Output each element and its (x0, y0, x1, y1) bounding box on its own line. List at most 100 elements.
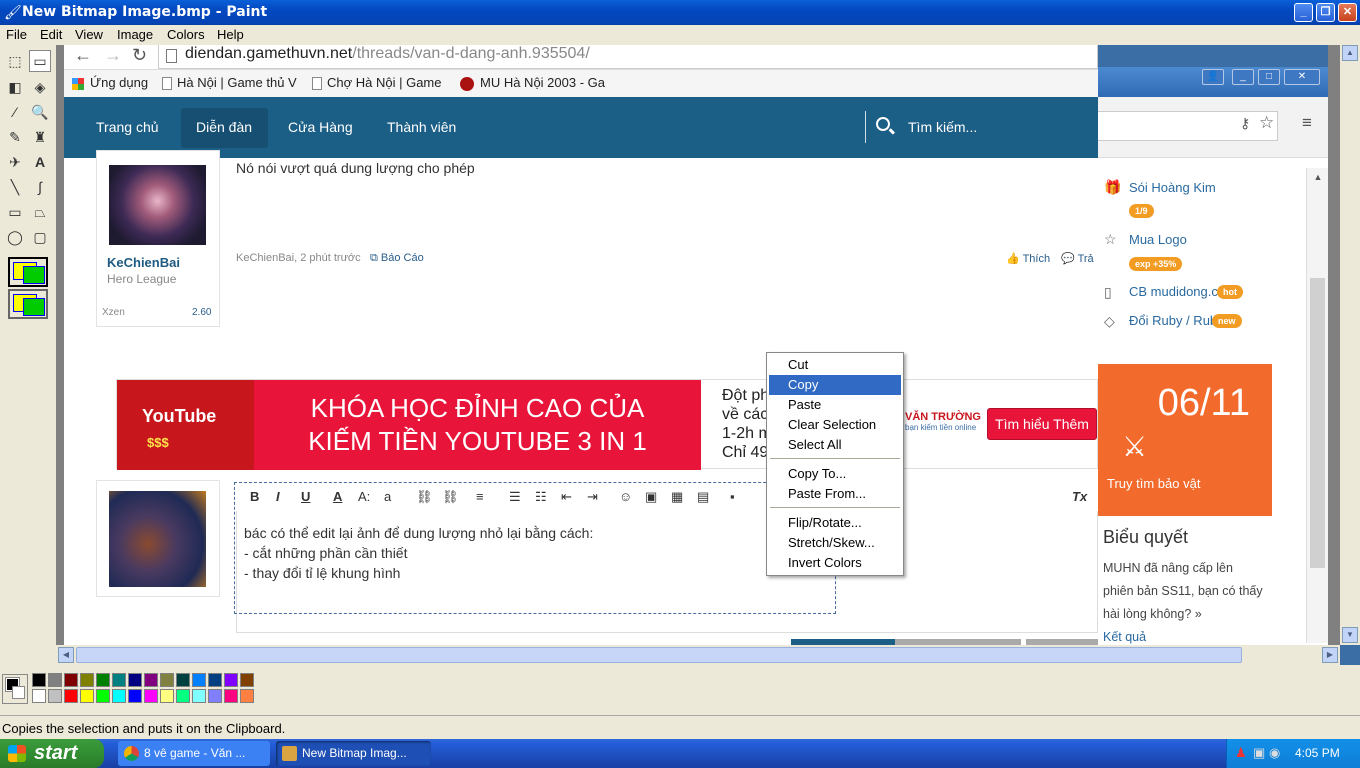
report-link[interactable]: ⧉ Báo Cáo (370, 252, 424, 265)
sidebar-item-cb-mudidong[interactable]: CB mudidong.c (1129, 284, 1218, 299)
scroll-thumb[interactable] (76, 647, 1242, 663)
color-swatch[interactable] (112, 673, 126, 687)
sidebar-item-doi-ruby[interactable]: Đổi Ruby / Rub (1129, 313, 1217, 328)
paint-vertical-scrollbar[interactable]: ▲ ▼ (1340, 45, 1360, 645)
network-icon[interactable]: ▣ (1253, 745, 1265, 761)
scroll-up-icon[interactable]: ▲ (1307, 172, 1329, 182)
menu-item-clear-selection[interactable]: Clear Selection (769, 415, 901, 435)
nav-shop[interactable]: Cửa Hàng (288, 119, 353, 135)
transparent-option[interactable] (8, 289, 48, 319)
scroll-thumb[interactable] (1310, 278, 1325, 568)
back-icon[interactable]: ← (74, 45, 92, 66)
avatar[interactable] (109, 165, 206, 245)
like-link[interactable]: 👍 Thích (1006, 252, 1050, 265)
magnifier-icon[interactable]: 🔍 (29, 101, 51, 123)
minimize-button[interactable]: _ (1294, 3, 1313, 22)
nav-members[interactable]: Thành viên (387, 119, 456, 135)
color-swatch[interactable] (64, 689, 78, 703)
menu-item-cut[interactable]: Cut (769, 355, 901, 375)
menu-item-copy[interactable]: Copy (769, 375, 901, 395)
menu-item-paste[interactable]: Paste (769, 395, 901, 415)
bookmark-apps[interactable]: Ứng dụng (72, 75, 148, 90)
color-swatch[interactable] (128, 689, 142, 703)
color-swatch[interactable] (160, 673, 174, 687)
color-swatch[interactable] (80, 673, 94, 687)
color-swatch[interactable] (64, 673, 78, 687)
color-swatch[interactable] (224, 673, 238, 687)
nav-forum[interactable]: Diễn đàn (196, 119, 252, 135)
menu-colors[interactable]: Colors (167, 27, 205, 42)
bookmark-hanoi-game[interactable]: Hà Nội | Game thủ V (162, 75, 297, 91)
ellipse-tool-icon[interactable]: ◯ (4, 226, 26, 248)
free-select-icon[interactable]: ⬚ (4, 50, 26, 72)
color-swatch[interactable] (192, 689, 206, 703)
eraser-icon[interactable]: ◧ (4, 76, 26, 98)
color-swatch[interactable] (48, 673, 62, 687)
menu-edit[interactable]: Edit (40, 27, 62, 42)
color-swatch[interactable] (160, 689, 174, 703)
color-swatch[interactable] (32, 673, 46, 687)
sidebar-item-mua-logo[interactable]: Mua Logo (1129, 232, 1187, 247)
author-name[interactable]: KeChienBai (107, 255, 180, 270)
rounded-rect-tool-icon[interactable]: ▢ (29, 226, 51, 248)
brush-icon[interactable]: ♜ (29, 126, 51, 148)
menu-help[interactable]: Help (217, 27, 244, 42)
polygon-tool-icon[interactable]: ⏢ (29, 201, 51, 223)
bookmark-mu-hanoi[interactable]: MU Hà Nội 2003 - Ga (460, 75, 605, 91)
menu-item-paste-from[interactable]: Paste From... (769, 484, 901, 504)
scroll-left-icon[interactable]: ◀ (58, 647, 74, 663)
rect-select-icon[interactable]: ▭ (29, 50, 51, 72)
color-swatch[interactable] (208, 689, 222, 703)
paint-horizontal-scrollbar[interactable]: ◀ ▶ (56, 645, 1340, 665)
color-swatch[interactable] (224, 689, 238, 703)
menu-icon[interactable]: ≡ (1302, 113, 1312, 133)
avatar[interactable] (109, 491, 206, 587)
browser-scrollbar[interactable]: ▲ (1306, 168, 1328, 643)
menu-view[interactable]: View (75, 27, 103, 42)
color-swatch[interactable] (144, 673, 158, 687)
star-icon[interactable]: ☆ (1259, 113, 1274, 133)
airbrush-icon[interactable]: ✈ (4, 151, 26, 173)
ad-banner[interactable]: YouTube $$$ KHÓA HỌC ĐỈNH CAO CỦA KIẾM T… (116, 379, 1098, 470)
color-swatch[interactable] (96, 689, 110, 703)
opaque-option[interactable] (8, 257, 48, 287)
search-icon[interactable] (876, 117, 890, 131)
menu-item-copy-to[interactable]: Copy To... (769, 464, 901, 484)
color-swatch[interactable] (240, 673, 254, 687)
color-swatch[interactable] (176, 689, 190, 703)
browser-maximize-button[interactable]: □ (1258, 69, 1280, 85)
bookmark-cho-hanoi[interactable]: Chợ Hà Nội | Game (312, 75, 442, 91)
menu-file[interactable]: File (6, 27, 27, 42)
restore-button[interactable]: ❐ (1316, 3, 1335, 22)
menu-item-stretch-skew[interactable]: Stretch/Skew... (769, 533, 901, 553)
scroll-up-icon[interactable]: ▲ (1342, 45, 1358, 61)
clear-format-icon[interactable]: Tx (1072, 489, 1087, 504)
search-input[interactable]: Tìm kiếm... (908, 119, 977, 135)
rectangle-tool-icon[interactable]: ▭ (4, 201, 26, 223)
start-button[interactable]: start (0, 739, 104, 768)
line-tool-icon[interactable]: ╲ (4, 176, 26, 198)
menu-item-invert-colors[interactable]: Invert Colors (769, 553, 901, 573)
menu-item-select-all[interactable]: Select All (769, 435, 901, 455)
event-card[interactable]: 06/11 ⚔ Truy tìm bảo vật (1098, 364, 1272, 516)
paint-app-icon[interactable]: 🖌 (4, 4, 22, 21)
address-bar-tail[interactable] (1098, 111, 1278, 141)
menu-item-flip-rotate[interactable]: Flip/Rotate... (769, 513, 901, 533)
scroll-right-icon[interactable]: ▶ (1322, 647, 1338, 663)
fill-bucket-icon[interactable]: ◈ (29, 76, 51, 98)
nav-home[interactable]: Trang chủ (96, 119, 159, 135)
user-tray-icon[interactable]: ♟ (1235, 745, 1247, 761)
curve-tool-icon[interactable]: ∫ (29, 176, 51, 198)
color-swatch[interactable] (128, 673, 142, 687)
close-button[interactable]: ✕ (1338, 3, 1357, 22)
color-swatch[interactable] (48, 689, 62, 703)
color-picker-icon[interactable]: ⁄ (4, 101, 26, 123)
reply-link[interactable]: 💬 Trả (1061, 252, 1094, 265)
browser-close-button[interactable]: ✕ (1284, 69, 1320, 85)
drawing-canvas[interactable]: ← → ↻ diendan.gamethuvn.net/threads/van-… (64, 45, 1098, 645)
task-chrome[interactable]: 8 vê game - Văn ... (118, 741, 270, 766)
color-swatch[interactable] (192, 673, 206, 687)
url-bar[interactable]: diendan.gamethuvn.net/threads/van-d-dang… (158, 45, 1098, 69)
menu-image[interactable]: Image (117, 27, 153, 42)
pencil-icon[interactable]: ✎ (4, 126, 26, 148)
